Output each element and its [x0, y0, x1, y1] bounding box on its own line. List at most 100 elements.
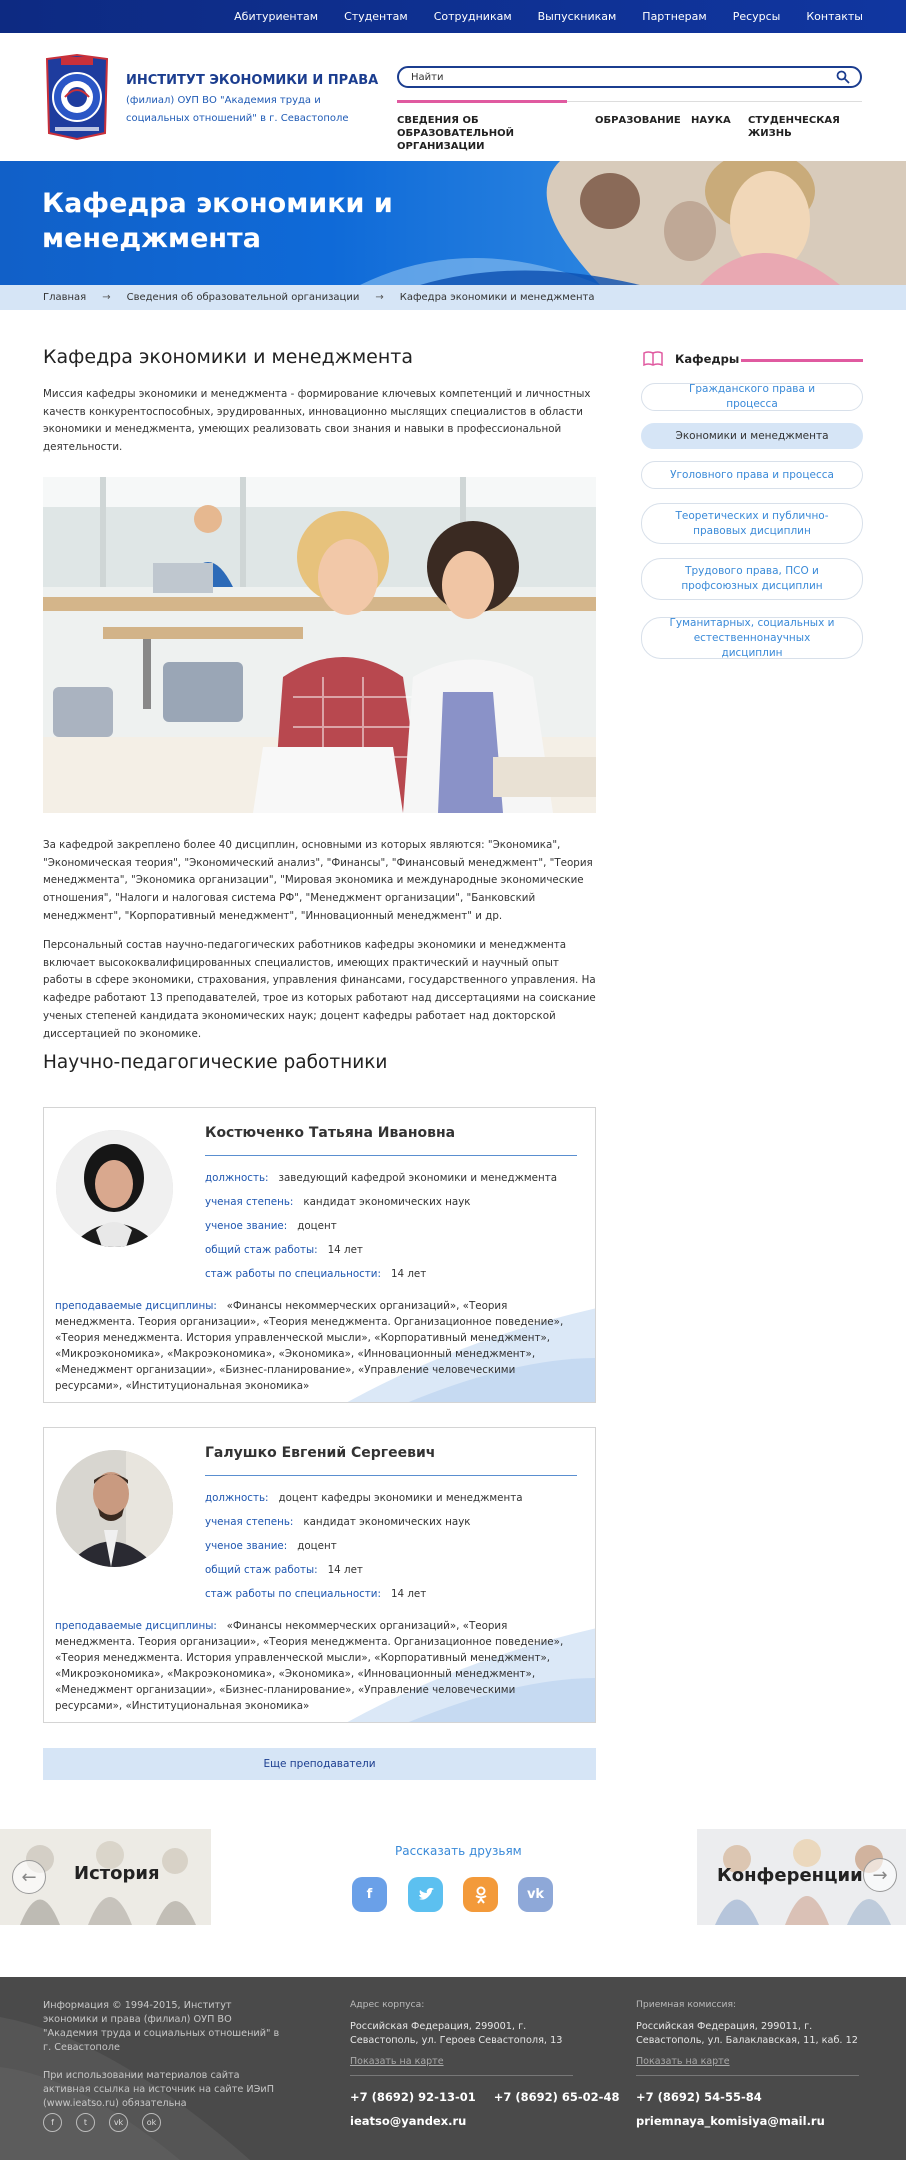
campus-email[interactable]: ieatso@yandex.ru — [350, 2114, 590, 2128]
staff-rank: доцент — [297, 1220, 337, 1232]
staff-spec-exp-row: стаж работы по специальности: 14 лет — [205, 1588, 426, 1600]
staff-degree: кандидат экономических наук — [303, 1516, 471, 1528]
admission-map-link[interactable]: Показать на карте — [636, 2056, 866, 2067]
sidebar-item-civil-law[interactable]: Гражданского права и процесса — [641, 383, 863, 411]
staff-total-exp: 14 лет — [327, 1564, 363, 1576]
topnav-applicants[interactable]: Абитуриентам — [234, 10, 318, 23]
rank-label: ученое звание: — [205, 1220, 288, 1232]
main-nav-org-info[interactable]: СВЕДЕНИЯ ОБ ОБРАЗОВАТЕЛЬНОЙ ОРГАНИЗАЦИИ — [397, 114, 577, 153]
admission-phone[interactable]: +7 (8692) 54-55-84 — [636, 2090, 866, 2104]
twitter-icon[interactable] — [408, 1877, 443, 1912]
staff-position: доцент кафедры экономики и менеджмента — [278, 1492, 523, 1504]
sidebar-header: Кафедры — [641, 349, 863, 369]
campus-map-link[interactable]: Показать на карте — [350, 2056, 590, 2067]
footer-facebook-icon[interactable]: f — [43, 2113, 62, 2132]
hero-banner: Кафедра экономики и менеджмента — [0, 161, 906, 285]
avatar — [56, 1450, 173, 1567]
footer-about: Информация © 1994-2015, Институт экономи… — [43, 1999, 288, 2111]
disciplines-text: За кафедрой закреплено более 40 дисципли… — [43, 839, 593, 922]
staff-composition-text: Персональный состав научно-педагогически… — [43, 939, 596, 1040]
sidebar-title: Кафедры — [675, 352, 740, 366]
footer-odnoklassniki-icon[interactable]: ok — [142, 2113, 161, 2132]
spec-exp-label: стаж работы по специальности: — [205, 1588, 381, 1600]
site-footer: Информация © 1994-2015, Институт экономи… — [0, 1977, 906, 2160]
search-icon[interactable] — [836, 70, 850, 84]
staff-card: Галушко Евгений Сергеевич должность: доце… — [43, 1427, 596, 1723]
staff-total-exp-row: общий стаж работы: 14 лет — [205, 1564, 363, 1576]
footer-copyright: Информация © 1994-2015, Институт экономи… — [43, 2000, 280, 2053]
institute-logo[interactable] — [43, 53, 111, 141]
topnav-partners[interactable]: Партнерам — [642, 10, 706, 23]
institute-title[interactable]: ИНСТИТУТ ЭКОНОМИКИ И ПРАВА — [126, 73, 378, 88]
students-photo — [43, 477, 596, 813]
total-exp-label: общий стаж работы: — [205, 1564, 318, 1576]
footer-notice: При использовании материалов сайта актив… — [43, 2070, 274, 2109]
staff-heading: Научно-педагогические работники — [43, 1052, 388, 1073]
staff-name: Галушко Евгений Сергеевич — [205, 1445, 436, 1461]
sidebar-title-line — [741, 359, 863, 362]
disciplines-list: «Финансы некоммерческих организаций», «Т… — [55, 1300, 564, 1392]
staff-spec-exp: 14 лет — [390, 1588, 427, 1600]
avatar — [56, 1130, 173, 1247]
campus-phone-2[interactable]: +7 (8692) 65-02-48 — [494, 2090, 620, 2104]
search-input[interactable] — [411, 68, 811, 86]
vk-icon[interactable]: vk — [518, 1877, 553, 1912]
odnoklassniki-icon[interactable] — [463, 1877, 498, 1912]
total-exp-label: общий стаж работы: — [205, 1244, 318, 1256]
staff-rank-row: ученое звание: доцент — [205, 1220, 337, 1232]
main-nav: СВЕДЕНИЯ ОБ ОБРАЗОВАТЕЛЬНОЙ ОРГАНИЗАЦИИ … — [397, 100, 862, 152]
campus-phones: +7 (8692) 92-13-01 +7 (8692) 65-02-48 — [350, 2090, 619, 2104]
institute-subtitle: (филиал) ОУП ВО "Академия труда и социал… — [126, 95, 349, 124]
staff-degree: кандидат экономических наук — [303, 1196, 471, 1208]
next-arrow-icon[interactable]: → — [863, 1858, 897, 1892]
campus-address: Российская Федерация, 299001, г. Севасто… — [350, 2021, 563, 2046]
staff-rank: доцент — [297, 1540, 337, 1552]
breadcrumb: Главная → Сведения об образовательной ор… — [0, 285, 906, 310]
disciplines-list: «Финансы некоммерческих организаций», «Т… — [55, 1620, 564, 1712]
main-nav-student-life[interactable]: СТУДЕНЧЕСКАЯ ЖИЗНЬ — [748, 114, 862, 140]
staff-spec-exp-row: стаж работы по специальности: 14 лет — [205, 1268, 426, 1280]
book-icon — [643, 351, 663, 366]
campus-phone-1[interactable]: +7 (8692) 92-13-01 — [350, 2090, 476, 2104]
main-nav-science[interactable]: НАУКА — [691, 114, 731, 127]
position-label: должность: — [205, 1172, 269, 1184]
more-teachers-button[interactable]: Еще преподаватели — [43, 1748, 596, 1780]
topnav-resources[interactable]: Ресурсы — [733, 10, 781, 23]
footer-vk-icon[interactable]: vk — [109, 2113, 128, 2132]
topnav-contacts[interactable]: Контакты — [806, 10, 863, 23]
admission-email[interactable]: priemnaya_komisiya@mail.ru — [636, 2114, 866, 2128]
top-bar: Абитуриентам Студентам Сотрудникам Выпус… — [0, 0, 906, 33]
conferences-tile[interactable]: Конференции → — [697, 1829, 906, 1925]
breadcrumb-arrow-icon: → — [375, 292, 384, 303]
staff-total-exp: 14 лет — [327, 1244, 363, 1256]
topnav-staff[interactable]: Сотрудникам — [434, 10, 512, 23]
prev-arrow-icon[interactable]: ← — [12, 1860, 46, 1894]
sidebar-item-theory-law[interactable]: Теоретических и публично-правовых дисцип… — [641, 503, 863, 544]
sidebar-item-humanities[interactable]: Гуманитарных, социальных и естественнона… — [641, 617, 863, 659]
topnav-students[interactable]: Студентам — [344, 10, 408, 23]
sidebar-item-labor-law[interactable]: Трудового права, ПСО и профсоюзных дисци… — [641, 558, 863, 600]
breadcrumb-home[interactable]: Главная — [43, 292, 86, 303]
main-nav-education[interactable]: ОБРАЗОВАНИЕ — [595, 114, 681, 127]
history-label: История — [74, 1863, 160, 1884]
staff-position-row: должность: доцент кафедры экономики и мен… — [205, 1492, 523, 1504]
position-label: должность: — [205, 1492, 269, 1504]
bottom-strip: ← История Рассказать друзьям f vk Конфер… — [0, 1829, 906, 1925]
spec-exp-label: стаж работы по специальности: — [205, 1268, 381, 1280]
staff-disciplines: преподаваемые дисциплины: «Финансы неком… — [55, 1618, 585, 1714]
staff-position-row: должность: заведующий кафедрой экономики … — [205, 1172, 557, 1184]
name-divider — [205, 1475, 577, 1476]
breadcrumb-current: Кафедра экономики и менеджмента — [399, 292, 595, 303]
history-tile[interactable]: ← История — [0, 1829, 211, 1925]
breadcrumb-org-info[interactable]: Сведения об образовательной организации — [127, 292, 360, 303]
staff-card: Костюченко Татьяна Ивановна должность: за… — [43, 1107, 596, 1403]
staff-spec-exp: 14 лет — [390, 1268, 427, 1280]
main-nav-active-indicator — [397, 100, 567, 103]
sidebar-item-economics[interactable]: Экономики и менеджмента — [641, 423, 863, 449]
disciplines-label: преподаваемые дисциплины: — [55, 1620, 217, 1632]
facebook-icon[interactable]: f — [352, 1877, 387, 1912]
staff-name: Костюченко Татьяна Ивановна — [205, 1125, 456, 1141]
topnav-graduates[interactable]: Выпускникам — [538, 10, 617, 23]
footer-twitter-icon[interactable]: t — [76, 2113, 95, 2132]
sidebar-item-criminal-law[interactable]: Уголовного права и процесса — [641, 461, 863, 489]
